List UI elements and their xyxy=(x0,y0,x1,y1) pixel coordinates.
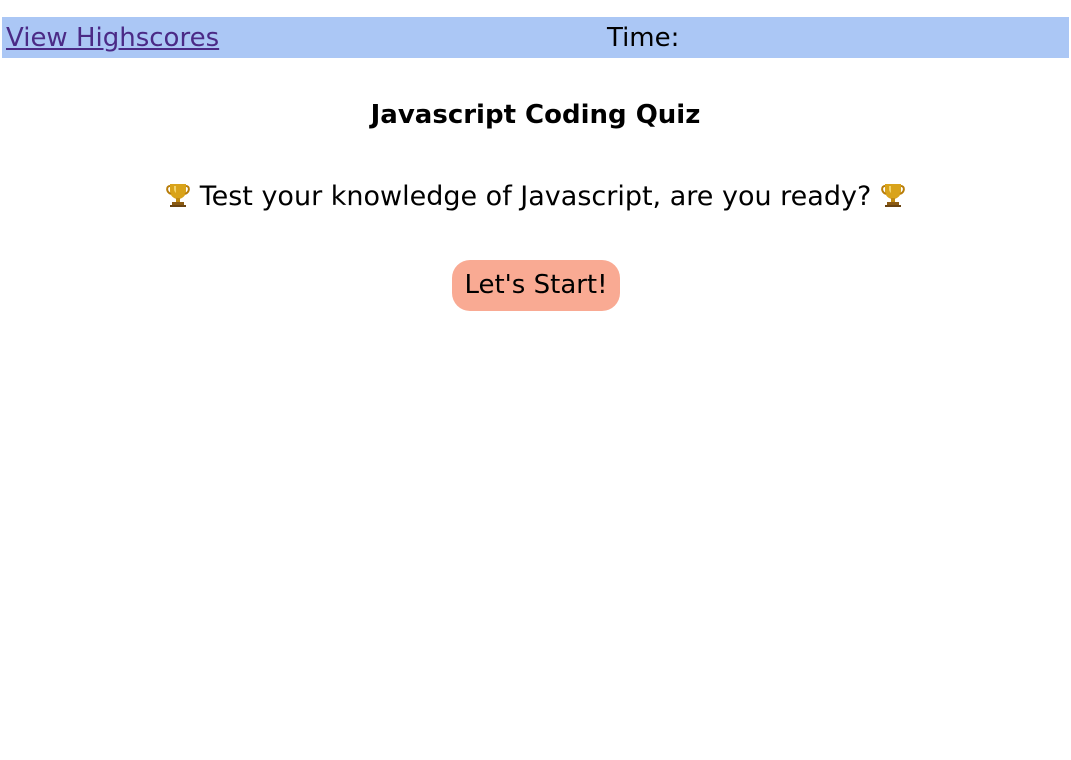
top-bar: View Highscores Time: xyxy=(2,17,1069,58)
intro-text: Test your knowledge of Javascript, are y… xyxy=(199,181,872,212)
trophy-icon xyxy=(165,180,191,218)
timer: Time: xyxy=(607,22,685,54)
view-highscores-link[interactable]: View Highscores xyxy=(6,22,219,54)
time-label: Time: xyxy=(607,23,680,53)
intro-text-line: Test your knowledge of Javascript, are y… xyxy=(0,179,1071,218)
page-title: Javascript Coding Quiz xyxy=(370,100,701,130)
start-quiz-button[interactable]: Let's Start! xyxy=(452,260,620,311)
trophy-icon xyxy=(880,180,906,218)
